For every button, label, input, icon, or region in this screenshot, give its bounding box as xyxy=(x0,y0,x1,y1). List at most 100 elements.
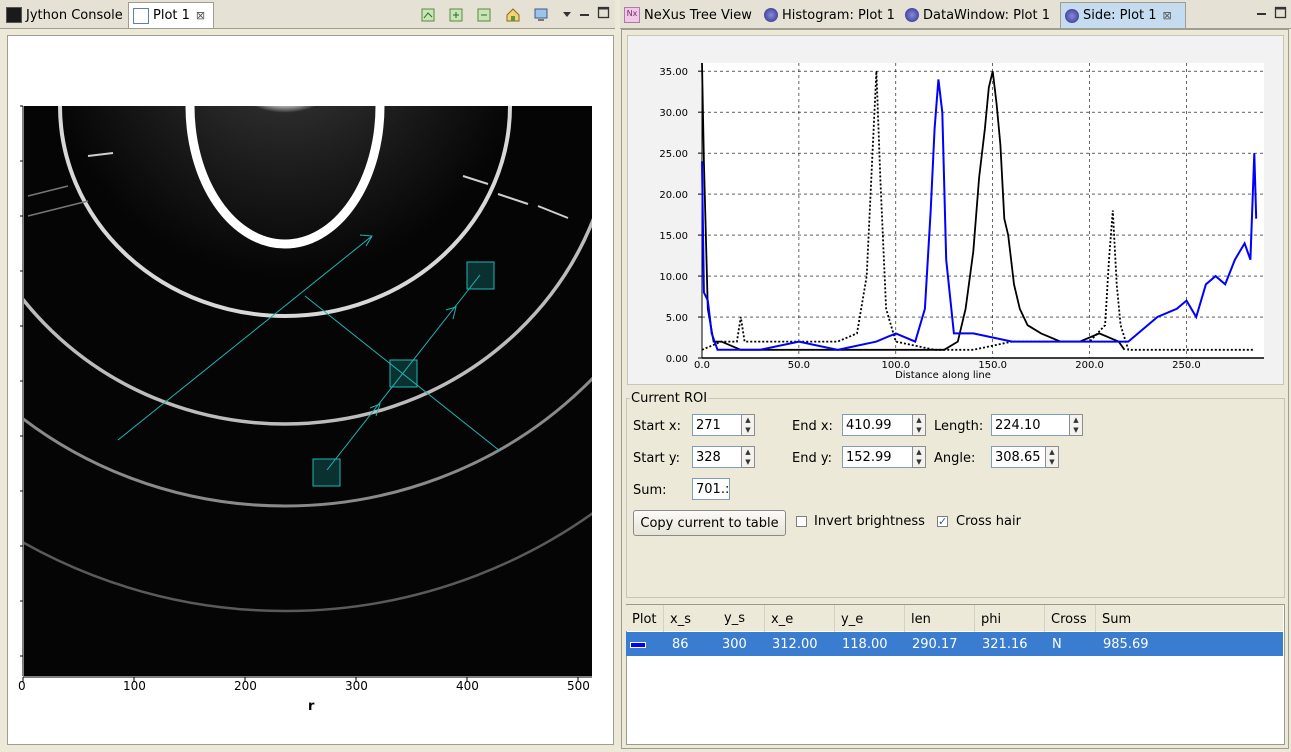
tab-side-plot[interactable]: Side: Plot 1 ⊠ xyxy=(1060,2,1186,28)
copy-to-table-button[interactable]: Copy current to table xyxy=(633,510,786,536)
x-axis-label: r xyxy=(308,699,315,714)
length-stepper[interactable]: ▲ ▼ xyxy=(1069,414,1083,436)
angle-value: 308.65 xyxy=(995,449,1041,465)
table-row[interactable]: 86 300 312.00 118.00 290.17 321.16 N 985… xyxy=(626,632,1283,656)
start-x-field[interactable]: 271 xyxy=(692,414,742,436)
detector-image xyxy=(24,106,592,676)
sum-value: 701.: xyxy=(696,481,730,497)
angle-field[interactable]: 308.65 xyxy=(991,446,1047,468)
col-header-y-s-overlay[interactable]: y_s xyxy=(724,611,745,626)
cell-phi: 321.16 xyxy=(982,636,1028,652)
length-field[interactable]: 224.10 xyxy=(991,414,1071,436)
col-header-x-e[interactable]: x_e xyxy=(765,605,835,633)
angle-stepper[interactable]: ▲ ▼ xyxy=(1045,446,1059,468)
end-x-stepper[interactable]: ▲ ▼ xyxy=(912,414,926,436)
x-tick-label: 0.0 xyxy=(694,360,710,371)
tab-nexus-tree-view[interactable]: Nx NeXus Tree View xyxy=(620,2,760,28)
x-tick-label: 250.0 xyxy=(1172,360,1201,371)
tab-jython-console[interactable]: Jython Console xyxy=(2,2,128,28)
cross-hair-checkbox[interactable]: ✓ xyxy=(937,516,948,527)
x-tick-label: 100 xyxy=(123,679,146,693)
start-x-label: Start x: xyxy=(633,419,681,434)
minimize-icon[interactable] xyxy=(578,8,592,22)
start-y-stepper[interactable]: ▲ ▼ xyxy=(741,446,755,468)
y-tick-label: 35.00 xyxy=(659,67,688,78)
start-x-value: 271 xyxy=(696,417,721,433)
close-icon[interactable]: ⊠ xyxy=(196,9,205,22)
length-value: 224.10 xyxy=(995,417,1041,433)
view-icon xyxy=(905,8,919,22)
end-x-label: End x: xyxy=(792,419,833,434)
cell-len: 290.17 xyxy=(912,636,958,652)
zoom-icon[interactable] xyxy=(421,8,435,22)
x-axis-label: Distance along line xyxy=(895,370,991,381)
close-icon[interactable]: ⊠ xyxy=(1163,9,1172,22)
start-y-field[interactable]: 328 xyxy=(692,446,742,468)
tab-plot-1[interactable]: Plot 1 ⊠ xyxy=(128,2,214,28)
console-icon xyxy=(6,7,22,23)
cell-x-e: 312.00 xyxy=(772,636,818,652)
start-x-stepper[interactable]: ▲ ▼ xyxy=(741,414,755,436)
tab-label: Side: Plot 1 xyxy=(1083,8,1157,23)
maximize-icon[interactable] xyxy=(597,6,611,20)
view-icon xyxy=(1065,8,1079,23)
end-y-label: End y: xyxy=(792,451,832,466)
col-header-len[interactable]: len xyxy=(905,605,975,633)
tab-datawindow[interactable]: DataWindow: Plot 1 xyxy=(901,2,1060,28)
end-y-stepper[interactable]: ▲ ▼ xyxy=(912,446,926,468)
x-tick-label: 300 xyxy=(345,679,368,693)
monitor-icon[interactable] xyxy=(533,7,549,23)
col-header-x-s[interactable]: x_s xyxy=(664,605,765,633)
sum-label: Sum: xyxy=(633,483,667,498)
diffraction-image-plot[interactable] xyxy=(8,36,613,744)
y-axis xyxy=(20,105,24,676)
y-tick-label: 5.00 xyxy=(666,313,688,324)
end-y-value: 152.99 xyxy=(846,449,892,465)
tab-label: Plot 1 xyxy=(153,8,190,23)
roi-group-title: Current ROI xyxy=(630,391,709,406)
cell-y-s: 300 xyxy=(722,636,747,652)
col-header-plot[interactable]: Plot xyxy=(626,605,664,633)
cell-y-e: 118.00 xyxy=(842,636,888,652)
length-label: Length: xyxy=(934,419,984,434)
nexus-icon: Nx xyxy=(624,7,640,23)
col-header-sum[interactable]: Sum xyxy=(1096,605,1283,633)
plot-color-swatch xyxy=(630,642,646,648)
y-tick-label: 25.00 xyxy=(659,149,688,160)
view-menu-icon[interactable] xyxy=(560,8,574,22)
maximize-icon[interactable] xyxy=(1274,6,1288,20)
end-y-field[interactable]: 152.99 xyxy=(842,446,914,468)
plot-icon xyxy=(133,7,149,24)
col-header-phi[interactable]: phi xyxy=(975,605,1045,633)
start-y-label: Start y: xyxy=(633,451,681,466)
end-x-value: 410.99 xyxy=(846,417,892,433)
zoom-out-icon[interactable] xyxy=(477,8,491,22)
left-tab-bar: Jython Console Plot 1 ⊠ xyxy=(0,0,615,29)
profile-chart[interactable]: 0.00 5.00 10.00 15.00 20.00 25.00 30.00 35.00 0.… xyxy=(628,36,1283,384)
x-tick-label: 0 xyxy=(18,679,26,693)
x-tick-label: 400 xyxy=(456,679,479,693)
tab-label: Jython Console xyxy=(26,7,123,23)
col-header-cross[interactable]: Cross xyxy=(1045,605,1096,633)
invert-brightness-label: Invert brightness xyxy=(814,514,925,529)
x-tick-label: 500 xyxy=(567,679,590,693)
start-y-value: 328 xyxy=(696,449,721,465)
zoom-in-icon[interactable] xyxy=(449,8,463,22)
y-tick-label: 20.00 xyxy=(659,190,688,201)
col-header-y-e[interactable]: y_e xyxy=(835,605,905,633)
end-x-field[interactable]: 410.99 xyxy=(842,414,914,436)
profile-chart-frame: 0.00 5.00 10.00 15.00 20.00 25.00 30.00 35.00 0.… xyxy=(627,35,1284,385)
x-tick-label: 50.0 xyxy=(788,360,810,371)
sum-field[interactable]: 701.: xyxy=(692,478,730,500)
home-icon[interactable] xyxy=(505,7,521,23)
minimize-icon[interactable] xyxy=(1255,7,1269,21)
plot-area xyxy=(702,63,1264,358)
y-tick-label: 10.00 xyxy=(659,272,688,283)
table-header-row: Plot x_s y_s x_e y_e len phi Cross Sum y… xyxy=(626,605,1283,633)
tab-label: Histogram: Plot 1 xyxy=(782,7,895,23)
angle-label: Angle: xyxy=(934,451,976,466)
invert-brightness-checkbox[interactable] xyxy=(796,516,807,527)
view-icon xyxy=(764,8,778,22)
tab-histogram[interactable]: Histogram: Plot 1 xyxy=(760,2,901,28)
cell-cross: N xyxy=(1052,636,1062,652)
